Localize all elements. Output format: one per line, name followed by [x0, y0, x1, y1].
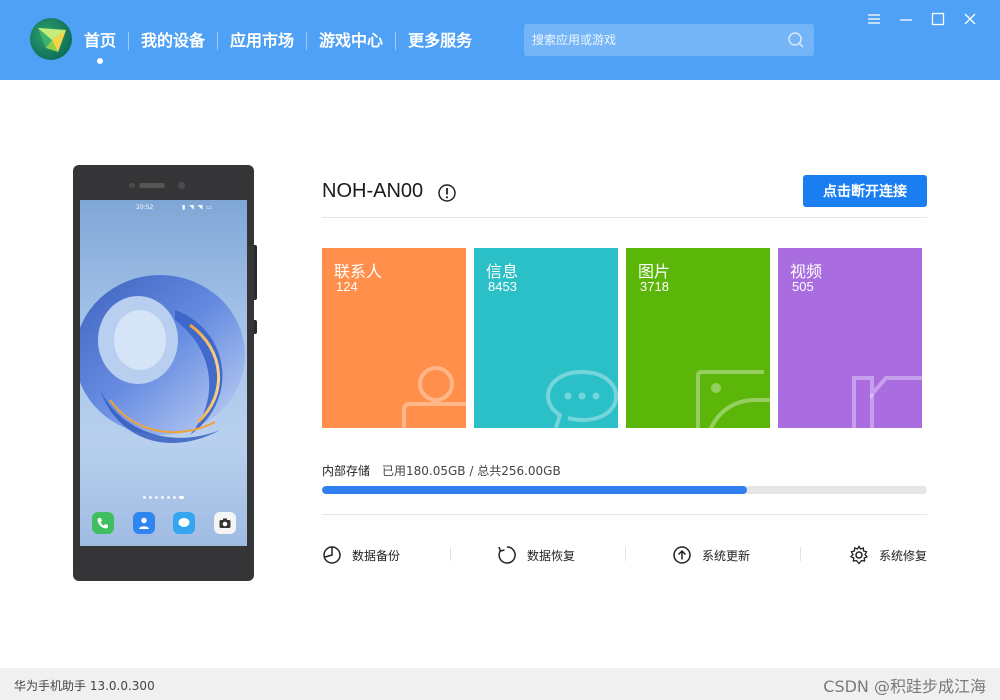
storage-progress-bar — [322, 486, 927, 494]
window-controls — [858, 11, 986, 27]
update-button[interactable]: 系统更新 — [672, 544, 750, 566]
phone-side-button — [254, 320, 257, 334]
search-icon[interactable] — [786, 30, 806, 50]
restore-icon — [498, 546, 516, 564]
action-label: 系统修复 — [879, 548, 928, 563]
page-indicator — [143, 496, 187, 499]
close-icon[interactable] — [954, 11, 986, 27]
nav-item-label: 游戏中心 — [319, 31, 384, 50]
app-logo — [30, 18, 72, 60]
phone-app-icon — [92, 512, 114, 534]
phone-sensor — [129, 183, 135, 188]
restore-button[interactable]: 数据恢复 — [497, 544, 575, 566]
phone-speaker — [139, 183, 165, 188]
person-icon — [402, 366, 466, 428]
nav-item-label: 首页 — [84, 31, 117, 50]
repair-icon — [849, 545, 869, 565]
phone-screen: 20:52 ▮ ◥ ◥ ▭ — [80, 200, 247, 546]
watermark-text: CSDN @积跬步成江海 — [823, 677, 986, 696]
nav-item-game-center[interactable]: 游戏中心 — [307, 28, 395, 54]
tile-contacts[interactable]: 联系人 124 — [322, 248, 466, 428]
status-footer: 华为手机助手 13.0.0.300 CSDN @积跬步成江海 — [0, 668, 1000, 700]
nav-item-label: 我的设备 — [141, 31, 206, 50]
search-box — [524, 24, 814, 56]
action-divider — [450, 547, 451, 561]
camera-app-icon — [213, 512, 236, 534]
contacts-app-icon — [132, 512, 155, 534]
backup-icon — [323, 546, 341, 564]
maximize-icon[interactable] — [922, 11, 954, 27]
nav-item-my-devices[interactable]: 我的设备 — [129, 28, 217, 54]
nav-item-more-services[interactable]: 更多服务 — [396, 28, 484, 54]
nav-item-app-market[interactable]: 应用市场 — [218, 28, 306, 54]
nav-item-label: 更多服务 — [408, 31, 473, 50]
tile-messages[interactable]: 信息 8453 — [474, 248, 618, 428]
tile-count: 8453 — [488, 279, 517, 294]
action-label: 数据备份 — [352, 548, 401, 563]
active-indicator — [97, 58, 103, 64]
divider — [322, 217, 927, 218]
phone-preview: 20:52 ▮ ◥ ◥ ▭ — [73, 165, 257, 581]
tile-count: 505 — [792, 279, 814, 294]
phone-side-button — [254, 245, 257, 300]
tile-count: 3718 — [640, 279, 669, 294]
menu-icon[interactable] — [858, 11, 890, 27]
divider — [322, 514, 927, 515]
main-nav: 首页 我的设备 应用市场 游戏中心 更多服务 — [84, 28, 484, 64]
storage-usage: 已用180.05GB / 总共256.00GB — [382, 464, 561, 478]
action-label: 数据恢复 — [527, 548, 576, 563]
action-divider — [625, 547, 626, 561]
storage-label: 内部存储 — [322, 464, 371, 478]
device-name: NOH-AN00 — [322, 180, 424, 202]
backup-button[interactable]: 数据备份 — [322, 544, 400, 566]
nav-item-label: 应用市场 — [230, 31, 295, 50]
messages-app-icon — [173, 512, 196, 534]
repair-button[interactable]: 系统修复 — [849, 544, 927, 566]
tile-count: 124 — [336, 279, 358, 294]
storage-progress-fill — [322, 486, 748, 494]
message-icon — [545, 370, 618, 428]
update-icon — [673, 546, 691, 564]
phone-camera — [178, 182, 185, 189]
wallpaper-swirl — [80, 275, 245, 443]
title-bar: 首页 我的设备 应用市场 游戏中心 更多服务 — [0, 0, 1000, 80]
app-version: 华为手机助手 13.0.0.300 — [14, 679, 155, 693]
disconnect-button[interactable]: 点击断开连接 — [803, 175, 927, 207]
action-divider — [800, 547, 801, 561]
search-input[interactable] — [524, 24, 774, 56]
video-icon — [852, 376, 922, 428]
minimize-icon[interactable] — [890, 11, 922, 27]
nav-item-home[interactable]: 首页 — [84, 28, 128, 64]
info-icon[interactable] — [437, 183, 457, 203]
tile-videos[interactable]: 视频 505 — [778, 248, 922, 428]
action-label: 系统更新 — [702, 548, 751, 563]
image-icon — [696, 370, 770, 428]
tile-images[interactable]: 图片 3718 — [626, 248, 770, 428]
phone-dock — [92, 512, 236, 534]
